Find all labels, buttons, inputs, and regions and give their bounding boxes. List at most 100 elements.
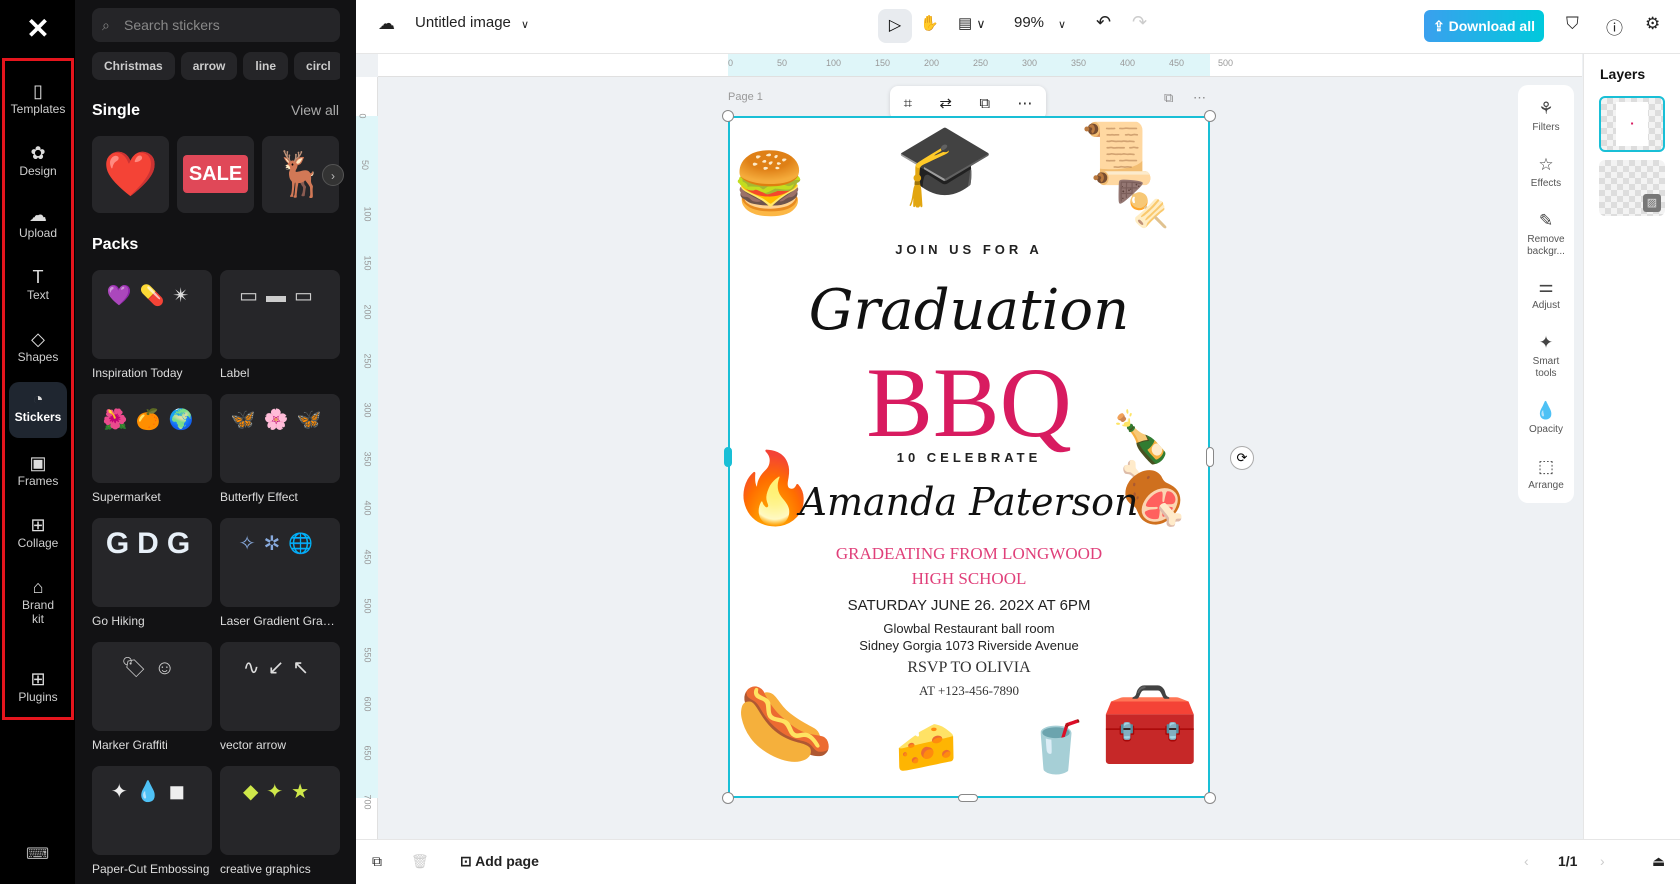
resize-handle-top-left[interactable] [722,110,734,122]
nav-label: Plugins [18,690,58,704]
tool-adjust[interactable]: ⚌ Adjust [1518,277,1574,312]
pack-inspiration-today[interactable]: 💜💊✴ [92,270,212,359]
cheese-plate-illustration: 🧀 [895,719,958,775]
page-manager-icon[interactable]: ⏏ [1652,853,1665,870]
pointer-icon: ▷ [888,17,902,34]
resize-handle-right[interactable] [1206,447,1214,467]
tool-smart-tools[interactable]: ✦ Smart tools [1518,333,1574,380]
poster-date: SATURDAY JUNE 26. 202X AT 6PM [847,597,1091,614]
poster-school-line1: GRADEATING FROM LONGWOOD [835,544,1103,563]
ruler-tick: 500 [1218,58,1234,68]
tool-label: Effects [1530,178,1562,190]
resize-handle-bottom[interactable] [958,794,978,802]
pack-laser-gradient[interactable]: ✧✲🌐 [220,518,340,607]
replace-icon[interactable]: ⇄ [939,94,952,112]
nav-upload[interactable]: ☁ Upload [9,198,67,240]
layers-panel: Layers ▪ ▨ [1583,54,1680,839]
layout-icon[interactable]: ▤ ∨ [958,14,986,32]
resize-handle-bottom-right[interactable] [1204,792,1216,804]
add-page-label: Add page [475,853,539,869]
pack-label: Label [220,366,250,380]
search-input[interactable]: ⌕ Search stickers [92,8,340,42]
tool-opacity[interactable]: 💧 Opacity [1518,401,1574,436]
sale-sticker[interactable]: SALE [177,136,254,213]
nav-collage[interactable]: ⊞ Collage [9,508,67,550]
nav-templates[interactable]: ▯ Templates [9,74,67,116]
ruler-tick: 250 [973,58,989,68]
download-all-button[interactable]: ⇪ Download all [1424,10,1544,42]
pack-marker-graffiti[interactable]: 🏷☺ [92,642,212,731]
remove-background-icon: ✎ [1538,211,1554,230]
shield-icon[interactable]: ⛉ [1566,14,1579,34]
cloud-save-icon[interactable]: ☁ [378,14,395,34]
page-more-icon[interactable]: ⋯ [1193,90,1206,106]
more-icon[interactable]: ⋯ [1017,94,1032,112]
poster-canvas[interactable]: 🍔 🎓 📜 🍢 🔥 🍾 🍖 🌭 🧀 🥤 🧰 JOIN US FOR A Grad… [728,116,1210,798]
help-icon[interactable]: ⓘ [1606,14,1623,39]
tool-effects[interactable]: ☆ Effects [1518,155,1574,190]
resize-handle-bottom-left[interactable] [722,792,734,804]
tool-remove-background[interactable]: ✎ Remove backgr... [1518,211,1574,258]
delete-page-icon[interactable]: 🗑 [411,853,429,870]
nav-label: Text [26,288,49,302]
rotate-handle-icon[interactable]: ⟳ [1230,446,1254,470]
nav-stickers[interactable]: ◔ Stickers [9,382,67,438]
layer-background-thumbnail[interactable]: ▨ [1599,160,1665,216]
tool-arrange[interactable]: ⬚ Arrange [1518,457,1574,492]
pack-label-shapes[interactable]: ▭▬▭ [220,270,340,359]
zoom-level[interactable]: 99% [1014,14,1044,31]
chip-christmas[interactable]: Christmas [92,52,175,80]
nav-label: Collage [17,536,59,550]
chevron-right-icon[interactable]: › [322,164,344,186]
nav-shapes[interactable]: ◇ Shapes [9,322,67,364]
page-duplicate-icon[interactable]: ⧉ [1164,90,1173,106]
next-page-icon[interactable]: › [1600,853,1605,869]
nav-frames[interactable]: ▣ Frames [9,446,67,488]
chip-circle[interactable]: circl [294,52,340,80]
pack-creative-graphics[interactable]: ◆✦★ [220,766,340,855]
chip-line[interactable]: line [243,52,289,80]
keyboard-shortcuts-icon[interactable]: ⌨ [26,844,49,864]
poster-rsvp: RSVP TO OLIVIA [907,659,1031,676]
pack-butterfly-effect[interactable]: 🦋🌸🦋 [220,394,340,483]
chip-arrow[interactable]: arrow [180,52,238,80]
resize-handle-top-right[interactable] [1204,110,1216,122]
zoom-chevron-down-icon[interactable]: ∨ [1058,18,1066,31]
settings-icon[interactable]: ⚙ [1645,14,1660,34]
tool-filters[interactable]: ⚘ Filters [1518,99,1574,134]
heart-sticker[interactable]: ❤️ [92,136,169,213]
text-icon: T [32,267,44,287]
hand-tool-icon[interactable]: ✋ [920,14,939,32]
add-page-button[interactable]: ⊡ Add page [460,853,539,870]
layer-poster-thumbnail[interactable]: ▪ [1599,96,1665,152]
nav-plugins[interactable]: ⊞ Plugins [9,662,67,704]
document-title[interactable]: Untitled image [415,14,511,31]
pack-paper-cut-embossing[interactable]: ✦💧◼ [92,766,212,855]
prev-page-icon[interactable]: ‹ [1524,853,1529,869]
adjust-icon: ⚌ [1538,277,1554,296]
select-tool-button[interactable]: ▷ [878,9,912,43]
pack-vector-arrow[interactable]: ∿↙↖ [220,642,340,731]
pack-go-hiking[interactable]: GDG [92,518,212,607]
ruler-tick: 500 [362,598,373,614]
tag-chips: Christmas arrow line circl [92,52,340,80]
capcut-logo[interactable]: ✕ [20,12,56,44]
redo-icon[interactable]: ↷ [1132,12,1147,33]
nav-design[interactable]: ✿ Design [9,136,67,178]
ruler-tick: 400 [362,500,373,516]
view-all-link[interactable]: View all [291,102,339,118]
title-chevron-down-icon[interactable]: ∨ [521,18,529,31]
pack-supermarket[interactable]: 🌺🍊🌍 [92,394,212,483]
page-label: Page 1 [728,91,763,103]
duplicate-icon[interactable]: ⧉ [979,95,990,112]
pack-label: Supermarket [92,490,161,504]
nav-brand-kit[interactable]: ⌂ Brand kit [15,570,61,626]
resize-handle-left[interactable] [724,447,732,467]
undo-icon[interactable]: ↶ [1096,12,1111,33]
nav-text[interactable]: T Text [9,260,67,302]
poster-join: JOIN US FOR A [895,242,1043,257]
duplicate-page-icon[interactable]: ⧉ [372,853,382,870]
poster-venue1: Glowbal Restaurant ball room [883,621,1055,636]
crop-icon[interactable]: ⌗ [904,95,912,112]
nav-label: Upload [18,226,58,240]
